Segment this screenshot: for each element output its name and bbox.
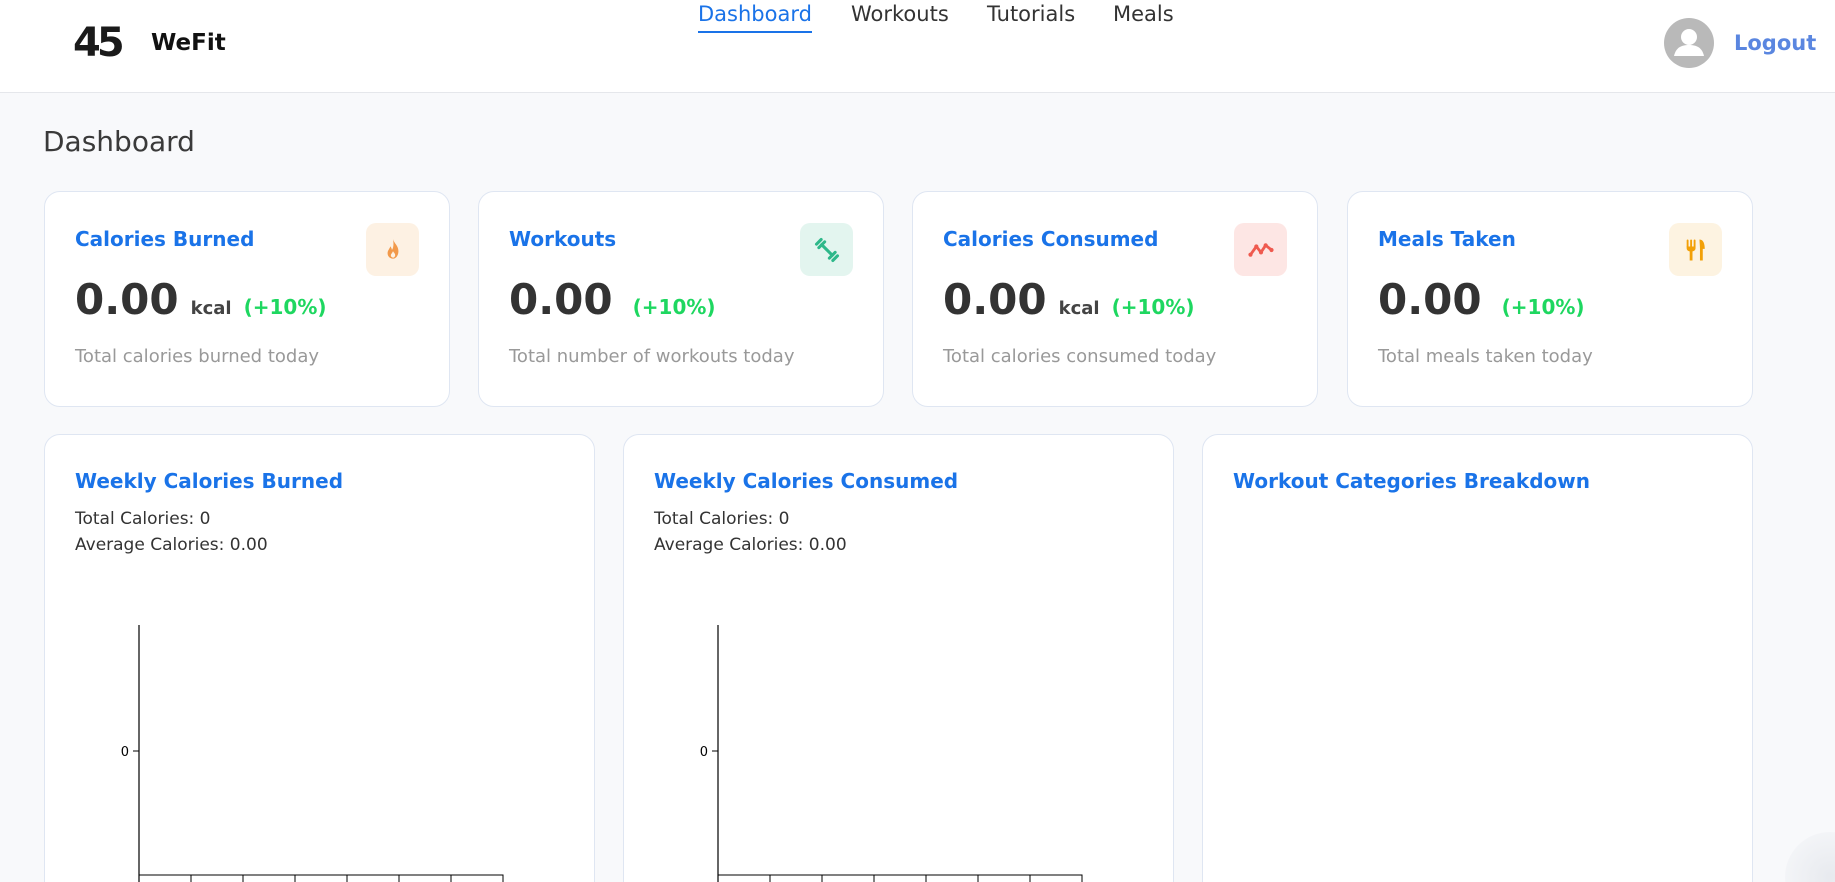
stat-change: (+10%) [632,295,716,319]
x-category-cell [294,874,348,882]
stat-description: Total calories consumed today [943,346,1217,367]
corner-decoration [1785,832,1835,882]
page-title: Dashboard [43,125,195,158]
logout-button[interactable]: Logout [1734,29,1816,57]
x-category-cell [717,874,771,882]
brand-logo[interactable]: 45 [73,22,125,64]
fire-icon [366,223,419,276]
stat-value: 0.00 [1378,275,1482,324]
y-tick-label: 0 [700,745,708,760]
nav-tutorials[interactable]: Tutorials [987,0,1075,28]
weekly-calories-consumed-chart: 0 [700,625,1083,882]
chart-card-workout-categories: Workout Categories Breakdown [1202,434,1753,882]
x-category-cell [190,874,244,882]
stat-card-calories-consumed: Calories Consumed 0.00 kcal (+10%) Total… [912,191,1318,407]
nav-workouts[interactable]: Workouts [851,0,949,28]
stat-change: (+10%) [1111,295,1195,319]
stat-change: (+10%) [243,295,327,319]
stat-card-workouts: Workouts 0.00 (+10%) Total number of wor… [478,191,884,407]
stat-card-calories-burned: Calories Burned 0.00 kcal (+10%) Total c… [44,191,450,407]
stat-value: 0.00 [509,275,613,324]
stat-unit: kcal [1058,298,1100,319]
x-category-cell [242,874,296,882]
user-avatar-icon[interactable] [1664,18,1714,68]
stat-title: Calories Burned [75,227,255,251]
chart-card-weekly-calories-burned: Weekly Calories Burned Total Calories: 0… [44,434,595,882]
x-category-cell [450,874,504,882]
stat-title: Meals Taken [1378,227,1516,251]
weekly-calories-burned-chart: 0 [121,625,504,882]
stat-value: 0.00 [943,275,1047,324]
dumbbell-icon [800,223,853,276]
x-category-cell [873,874,927,882]
chart-title: Workout Categories Breakdown [1233,469,1590,493]
nav-meals[interactable]: Meals [1113,0,1174,28]
top-navbar: 45 WeFit Dashboard Workouts Tutorials Me… [0,0,1835,93]
x-category-cell [925,874,979,882]
stat-title: Workouts [509,227,617,251]
stat-title: Calories Consumed [943,227,1159,251]
x-category-cell [346,874,400,882]
x-category-cell [769,874,823,882]
stat-value: 0.00 [75,275,179,324]
stat-card-meals-taken: Meals Taken 0.00 (+10%) Total meals take… [1347,191,1753,407]
fork-knife-icon [1669,223,1722,276]
x-category-cell [821,874,875,882]
x-category-cell [1029,874,1083,882]
stat-change: (+10%) [1501,295,1585,319]
brand-name[interactable]: WeFit [151,29,226,57]
x-category-cell [138,874,192,882]
stat-unit: kcal [190,298,232,319]
x-category-cell [977,874,1031,882]
stat-description: Total meals taken today [1378,346,1593,367]
trend-line-icon [1234,223,1287,276]
nav-dashboard[interactable]: Dashboard [698,0,812,33]
y-tick-label: 0 [121,745,129,760]
x-category-cell [398,874,452,882]
stat-description: Total number of workouts today [509,346,795,367]
chart-card-weekly-calories-consumed: Weekly Calories Consumed Total Calories:… [623,434,1174,882]
stat-description: Total calories burned today [75,346,320,367]
